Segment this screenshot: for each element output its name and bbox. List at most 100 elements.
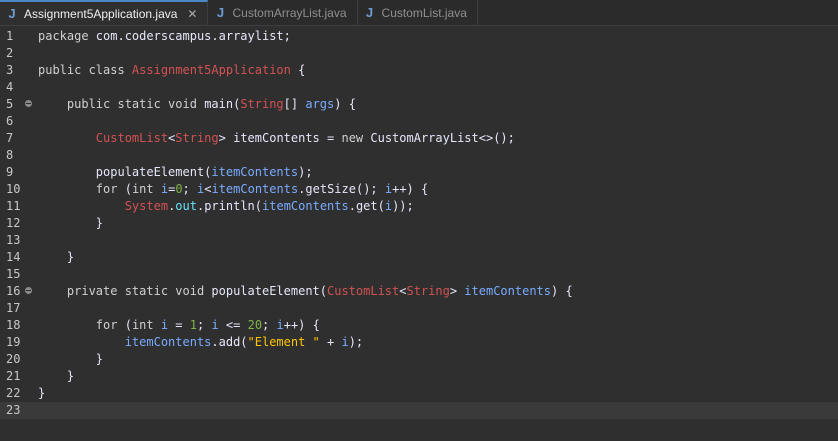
code-text: } <box>38 368 74 385</box>
line-number: 20 <box>6 352 21 366</box>
tab-label: CustomList.java <box>381 5 467 20</box>
code-line[interactable]: 6 <box>0 113 838 130</box>
code-line[interactable]: 22} <box>0 385 838 402</box>
code-text: } <box>38 351 103 368</box>
code-token: System <box>124 199 169 213</box>
line-number: 17 <box>6 301 21 315</box>
code-line[interactable]: 10 for (int i=0; i<itemContents.getSize(… <box>0 181 838 198</box>
tab-1[interactable]: J CustomArrayList.java <box>208 0 358 25</box>
line-number: 7 <box>6 131 14 145</box>
code-token: CustomArrayList<>(); <box>370 131 515 145</box>
code-token: package <box>38 29 96 43</box>
code-token: main( <box>204 97 241 111</box>
code-token: itemContents <box>124 335 212 349</box>
close-icon[interactable]: ✕ <box>187 7 197 21</box>
code-token: ( <box>124 182 132 196</box>
code-token: } <box>38 216 104 230</box>
code-token: i <box>384 199 393 213</box>
code-line[interactable]: 3 public class Assignment5Application { <box>0 62 838 79</box>
code-token: for <box>95 318 125 332</box>
line-number: 19 <box>6 335 21 349</box>
line-number: 2 <box>6 46 14 60</box>
tab-label: Assignment5Application.java <box>24 6 178 21</box>
code-token: Assignment5Application <box>131 63 291 77</box>
code-token: ; <box>262 318 277 332</box>
code-text: package com.coderscampus.arraylist; <box>38 28 291 45</box>
code-text: } <box>38 385 45 402</box>
code-line[interactable]: 20 } <box>0 351 838 368</box>
code-token: String <box>240 97 284 111</box>
code-token: args <box>305 97 335 111</box>
code-line[interactable]: 9 populateElement(itemContents); <box>0 164 838 181</box>
code-line[interactable]: 4 <box>0 79 838 96</box>
code-line[interactable]: 16 private static void populateElement(C… <box>0 283 838 300</box>
code-line[interactable]: 18 for (int i = 1; i <= 20; i++) { <box>0 317 838 334</box>
line-number: 1 <box>6 29 14 43</box>
code-token: i <box>211 318 219 332</box>
code-token: populateElement( <box>211 284 327 298</box>
code-text: } <box>38 249 74 266</box>
tab-label: CustomArrayList.java <box>232 5 347 20</box>
code-text: } <box>38 215 103 232</box>
code-token: itemContents <box>211 182 299 196</box>
code-line[interactable]: 2 <box>0 45 838 62</box>
code-line[interactable]: 17 <box>0 300 838 317</box>
code-token: out <box>175 199 197 213</box>
code-token: ; <box>182 182 197 196</box>
code-token: itemContents <box>211 165 299 179</box>
code-line[interactable]: 14 } <box>0 249 838 266</box>
code-token: > itemContents = <box>218 131 342 145</box>
code-token: for <box>95 182 125 196</box>
code-line[interactable]: 13 <box>0 232 838 249</box>
code-line[interactable]: 1 package com.coderscampus.arraylist; <box>0 28 838 45</box>
code-line[interactable]: 19 itemContents.add("Element " + i); <box>0 334 838 351</box>
code-token: public class <box>38 63 132 77</box>
line-number: 23 <box>6 403 21 417</box>
tab-2[interactable]: J CustomList.java <box>358 0 478 25</box>
code-token: i <box>276 318 284 332</box>
line-number: 18 <box>6 318 21 332</box>
code-line[interactable]: 23 <box>0 402 838 419</box>
code-line[interactable]: 11 System.out.println(itemContents.get(i… <box>0 198 838 215</box>
code-token: ; <box>197 318 212 332</box>
code-line[interactable]: 12 } <box>0 215 838 232</box>
code-line[interactable]: 8 <box>0 147 838 164</box>
code-token: i <box>341 335 349 349</box>
code-editor[interactable]: 1 package com.coderscampus.arraylist; 2 3 pu… <box>0 26 838 441</box>
code-token: ++) { <box>392 182 429 196</box>
code-line[interactable]: 5 public static void main(String[] args)… <box>0 96 838 113</box>
code-line[interactable]: 7 CustomList<String> itemContents = new … <box>0 130 838 147</box>
code-token: .get( <box>348 199 385 213</box>
code-line[interactable]: 15 <box>0 266 838 283</box>
tab-0[interactable]: J Assignment5Application.java ✕ <box>0 0 209 25</box>
code-token: .add( <box>211 335 248 349</box>
fold-collapse-icon[interactable] <box>25 100 32 107</box>
code-token: + <box>319 335 342 349</box>
code-token: } <box>38 369 75 383</box>
code-token: new <box>341 131 371 145</box>
line-number: 4 <box>6 80 14 94</box>
code-line[interactable]: 21 } <box>0 368 838 385</box>
line-number: 13 <box>6 233 21 247</box>
java-file-icon: J <box>8 6 16 21</box>
code-text: System.out.println(itemContents.get(i)); <box>38 198 414 215</box>
line-number: 8 <box>6 148 14 162</box>
code-token: ( <box>124 318 132 332</box>
code-text: public class Assignment5Application { <box>38 62 305 79</box>
line-number: 11 <box>6 199 21 213</box>
code-token: { <box>290 63 306 77</box>
java-file-icon: J <box>365 5 374 20</box>
fold-collapse-icon[interactable] <box>25 287 32 294</box>
code-text: itemContents.add("Element " + i); <box>38 334 363 351</box>
code-token: = <box>168 318 190 332</box>
code-token: .println( <box>196 199 263 213</box>
code-token: .getSize(); <box>298 182 385 196</box>
code-token: int <box>131 318 161 332</box>
code-token: } <box>38 250 75 264</box>
code-token: ) { <box>551 284 573 298</box>
code-token: com.coderscampus.arraylist; <box>95 29 291 43</box>
code-token: itemContents <box>464 284 551 298</box>
code-text: for (int i = 1; i <= 20; i++) { <box>38 317 320 334</box>
